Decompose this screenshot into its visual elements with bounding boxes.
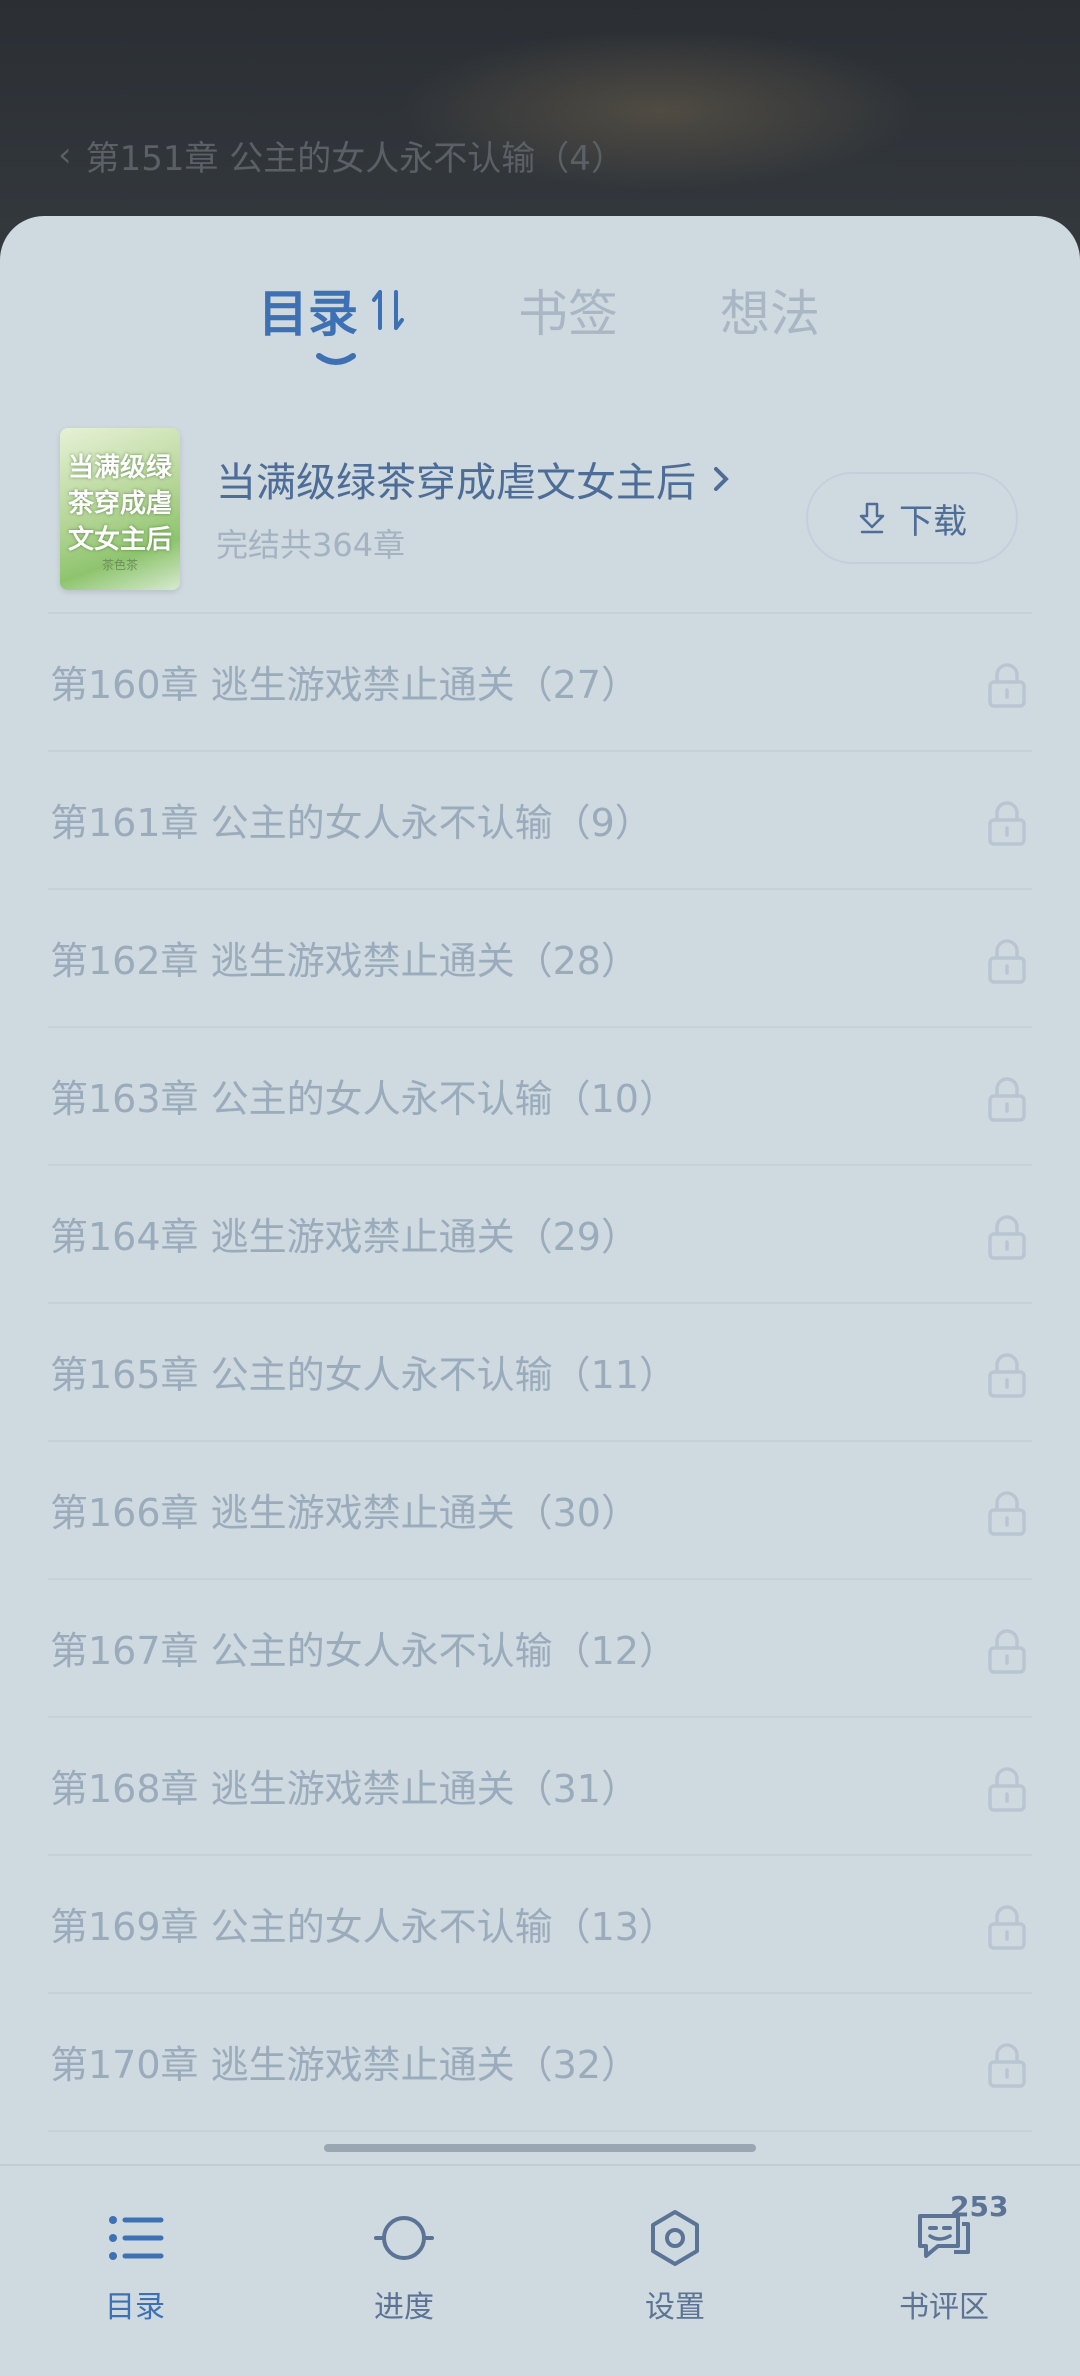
tab-bookmarks-label: 书签 bbox=[518, 285, 618, 343]
book-title-link[interactable]: 当满级绿茶穿成虐文女主后 bbox=[216, 450, 730, 508]
nav-settings[interactable]: 设置 bbox=[605, 2208, 745, 2328]
chapter-title: 第163章 公主的女人永不认输（10） bbox=[50, 1077, 677, 1121]
row-divider bbox=[48, 2130, 1032, 2132]
tab-ideas[interactable]: 想法 bbox=[720, 270, 820, 350]
sort-icon[interactable] bbox=[370, 286, 408, 334]
chapter-title: 第169章 公主的女人永不认输（13） bbox=[50, 1905, 677, 1949]
tab-bookmarks[interactable]: 书签 bbox=[518, 270, 618, 350]
review-count-badge: 253 bbox=[950, 2190, 1009, 2223]
lock-icon bbox=[988, 1767, 1026, 1812]
bottom-nav: 目录 进度 设置 书评区 253 bbox=[0, 2164, 1080, 2376]
chapter-title: 第168章 逃生游戏禁止通关（31） bbox=[50, 1767, 639, 1811]
lock-icon bbox=[988, 1077, 1026, 1122]
nav-settings-label: 设置 bbox=[645, 2290, 705, 2325]
lock-icon bbox=[988, 1905, 1026, 1950]
nav-catalog-label: 目录 bbox=[105, 2290, 165, 2325]
list-icon bbox=[109, 2216, 164, 2260]
active-tab-indicator bbox=[316, 353, 356, 365]
chapter-row[interactable]: 第168章 逃生游戏禁止通关（31） bbox=[0, 1718, 1080, 1856]
home-indicator[interactable] bbox=[324, 2144, 756, 2152]
nav-progress-label: 进度 bbox=[374, 2290, 434, 2325]
chapter-row[interactable]: 第160章 逃生游戏禁止通关（27） bbox=[0, 614, 1080, 752]
chapter-title: 第170章 逃生游戏禁止通关（32） bbox=[50, 2043, 639, 2087]
lock-icon bbox=[988, 801, 1026, 846]
chapter-title: 第164章 逃生游戏禁止通关（29） bbox=[50, 1215, 639, 1259]
book-status: 完结共364章 bbox=[216, 526, 406, 564]
tab-ideas-label: 想法 bbox=[720, 285, 820, 343]
cover-title: 当满级绿茶穿成虐文女主后 bbox=[67, 453, 172, 555]
chapter-row[interactable]: 第169章 公主的女人永不认输（13） bbox=[0, 1856, 1080, 1994]
nav-catalog[interactable]: 目录 bbox=[65, 2208, 205, 2328]
chevron-right-icon bbox=[714, 467, 729, 491]
download-button[interactable]: 下载 bbox=[806, 472, 1018, 564]
chapter-row[interactable]: 第161章 公主的女人永不认输（9） bbox=[0, 752, 1080, 890]
chapter-title: 第162章 逃生游戏禁止通关（28） bbox=[50, 939, 639, 983]
tab-catalog-label: 目录 bbox=[258, 285, 358, 343]
lock-icon bbox=[988, 1353, 1026, 1398]
lock-icon bbox=[988, 1215, 1026, 1260]
book-cover[interactable]: 当满级绿茶穿成虐文女主后 茶色茶 bbox=[60, 428, 180, 590]
nav-progress[interactable]: 进度 bbox=[334, 2208, 474, 2328]
chapter-row[interactable]: 第164章 逃生游戏禁止通关（29） bbox=[0, 1166, 1080, 1304]
nav-reviews-label: 书评区 bbox=[899, 2290, 989, 2325]
lock-icon bbox=[988, 663, 1026, 708]
current-chapter-title: 第151章 公主的女人永不认输（4） bbox=[85, 138, 625, 179]
catalog-sheet: 目录 书签 想法 当满级绿茶穿成虐文女主后 茶色茶 当满级绿茶穿成虐文女主后 完… bbox=[0, 216, 1080, 2376]
current-chapter-header[interactable]: ‹ 第151章 公主的女人永不认输（4） bbox=[58, 130, 625, 180]
lock-icon bbox=[988, 1629, 1026, 1674]
chapter-row[interactable]: 第167章 公主的女人永不认输（12） bbox=[0, 1580, 1080, 1718]
download-label: 下载 bbox=[899, 501, 967, 542]
tab-bar: 目录 书签 想法 bbox=[0, 270, 1080, 380]
book-title: 当满级绿茶穿成虐文女主后 bbox=[216, 460, 696, 506]
chapter-row[interactable]: 第163章 公主的女人永不认输（10） bbox=[0, 1028, 1080, 1166]
chapter-title: 第161章 公主的女人永不认输（9） bbox=[50, 801, 653, 845]
chapter-row[interactable]: 第170章 逃生游戏禁止通关（32） bbox=[0, 1994, 1080, 2132]
lock-icon bbox=[988, 2043, 1026, 2088]
tab-catalog[interactable]: 目录 bbox=[258, 270, 408, 350]
nav-reviews[interactable]: 书评区 bbox=[874, 2208, 1014, 2328]
chapter-row[interactable]: 第162章 逃生游戏禁止通关（28） bbox=[0, 890, 1080, 1028]
book-info: 当满级绿茶穿成虐文女主后 茶色茶 当满级绿茶穿成虐文女主后 完结共364章 下载 bbox=[0, 422, 1080, 602]
progress-icon bbox=[374, 2216, 434, 2260]
download-icon bbox=[859, 502, 885, 534]
chevron-left-icon: ‹ bbox=[58, 135, 72, 175]
chapter-row[interactable]: 第166章 逃生游戏禁止通关（30） bbox=[0, 1442, 1080, 1580]
lock-icon bbox=[988, 939, 1026, 984]
chapter-row[interactable]: 第165章 公主的女人永不认输（11） bbox=[0, 1304, 1080, 1442]
chapter-title: 第165章 公主的女人永不认输（11） bbox=[50, 1353, 677, 1397]
cover-author: 茶色茶 bbox=[101, 558, 138, 572]
chapter-list[interactable]: 第160章 逃生游戏禁止通关（27） 第161章 公主的女人永不认输（9） 第1… bbox=[0, 614, 1080, 2132]
lock-icon bbox=[988, 1491, 1026, 1536]
chapter-title: 第166章 逃生游戏禁止通关（30） bbox=[50, 1491, 639, 1535]
settings-icon bbox=[651, 2210, 699, 2266]
chapter-title: 第167章 公主的女人永不认输（12） bbox=[50, 1629, 677, 1673]
chapter-title: 第160章 逃生游戏禁止通关（27） bbox=[50, 663, 639, 707]
